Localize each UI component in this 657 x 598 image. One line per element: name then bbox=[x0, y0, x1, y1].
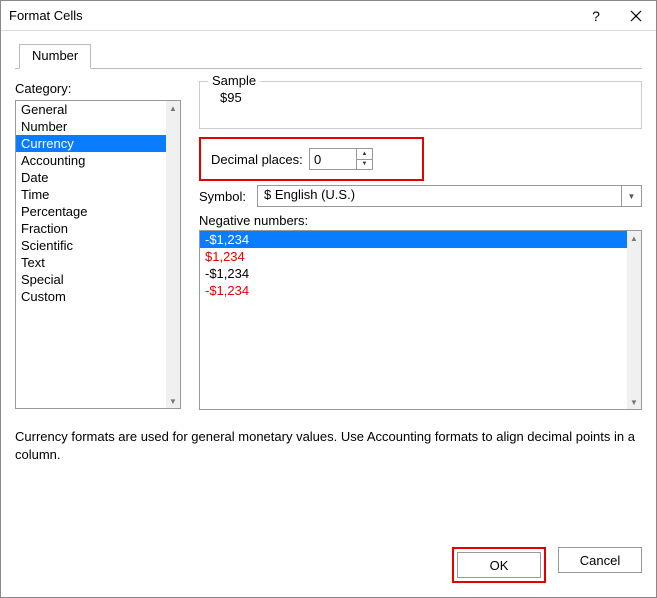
scroll-down-icon[interactable]: ▼ bbox=[166, 394, 180, 408]
body: Category: GeneralNumberCurrencyAccountin… bbox=[15, 81, 642, 410]
settings-column: Sample $95 Decimal places: ▲ ▼ bbox=[199, 81, 642, 410]
decimal-label: Decimal places: bbox=[211, 152, 309, 167]
category-listbox[interactable]: GeneralNumberCurrencyAccountingDateTimeP… bbox=[15, 100, 181, 409]
symbol-dropdown[interactable]: $ English (U.S.) ▼ bbox=[257, 185, 642, 207]
category-item[interactable]: Number bbox=[16, 118, 166, 135]
decimal-input[interactable] bbox=[310, 149, 356, 169]
tabstrip: Number bbox=[15, 43, 642, 69]
footer: OK Cancel bbox=[452, 547, 642, 583]
dialog-content: Number Category: GeneralNumberCurrencyAc… bbox=[1, 31, 656, 597]
close-button[interactable] bbox=[616, 1, 656, 31]
tab-number[interactable]: Number bbox=[19, 44, 91, 69]
category-item[interactable]: Fraction bbox=[16, 220, 166, 237]
help-button[interactable]: ? bbox=[576, 1, 616, 31]
format-cells-dialog: Format Cells ? Number Category: GeneralN… bbox=[0, 0, 657, 598]
category-item[interactable]: Time bbox=[16, 186, 166, 203]
sample-value: $95 bbox=[210, 90, 631, 105]
negative-label: Negative numbers: bbox=[199, 213, 642, 228]
sample-groupbox: Sample $95 bbox=[199, 81, 642, 129]
dialog-title: Format Cells bbox=[9, 8, 576, 23]
scroll-up-icon[interactable]: ▲ bbox=[627, 231, 641, 245]
category-item[interactable]: Scientific bbox=[16, 237, 166, 254]
category-item[interactable]: Text bbox=[16, 254, 166, 271]
negative-listbox[interactable]: -$1,234$1,234-$1,234-$1,234 ▲ ▼ bbox=[199, 230, 642, 410]
cancel-button[interactable]: Cancel bbox=[558, 547, 642, 573]
category-item[interactable]: Accounting bbox=[16, 152, 166, 169]
category-item[interactable]: Percentage bbox=[16, 203, 166, 220]
scroll-up-icon[interactable]: ▲ bbox=[166, 101, 180, 115]
symbol-label: Symbol: bbox=[199, 189, 257, 204]
description-text: Currency formats are used for general mo… bbox=[15, 428, 642, 463]
highlight-box: Decimal places: ▲ ▼ bbox=[199, 137, 424, 181]
spin-up-icon[interactable]: ▲ bbox=[357, 149, 372, 160]
scrollbar[interactable]: ▲ ▼ bbox=[166, 101, 180, 408]
negative-item[interactable]: -$1,234 bbox=[200, 265, 627, 282]
titlebar: Format Cells ? bbox=[1, 1, 656, 31]
negative-item[interactable]: $1,234 bbox=[200, 248, 627, 265]
negative-item[interactable]: -$1,234 bbox=[200, 231, 627, 248]
category-item[interactable]: Custom bbox=[16, 288, 166, 305]
scrollbar[interactable]: ▲ ▼ bbox=[627, 231, 641, 409]
category-item[interactable]: Date bbox=[16, 169, 166, 186]
symbol-value: $ English (U.S.) bbox=[258, 186, 621, 206]
category-label: Category: bbox=[15, 81, 181, 96]
close-icon bbox=[630, 10, 642, 22]
ok-button[interactable]: OK bbox=[457, 552, 541, 578]
decimal-row: Decimal places: ▲ ▼ bbox=[211, 148, 412, 170]
category-column: Category: GeneralNumberCurrencyAccountin… bbox=[15, 81, 181, 410]
spin-down-icon[interactable]: ▼ bbox=[357, 160, 372, 170]
ok-button-highlight: OK bbox=[452, 547, 546, 583]
symbol-row: Symbol: $ English (U.S.) ▼ bbox=[199, 185, 642, 207]
negative-item[interactable]: -$1,234 bbox=[200, 282, 627, 299]
category-item[interactable]: Currency bbox=[16, 135, 166, 152]
chevron-down-icon[interactable]: ▼ bbox=[621, 186, 641, 206]
category-item[interactable]: Special bbox=[16, 271, 166, 288]
category-item[interactable]: General bbox=[16, 101, 166, 118]
decimal-spinner[interactable]: ▲ ▼ bbox=[309, 148, 373, 170]
sample-label: Sample bbox=[208, 73, 260, 88]
scroll-down-icon[interactable]: ▼ bbox=[627, 395, 641, 409]
